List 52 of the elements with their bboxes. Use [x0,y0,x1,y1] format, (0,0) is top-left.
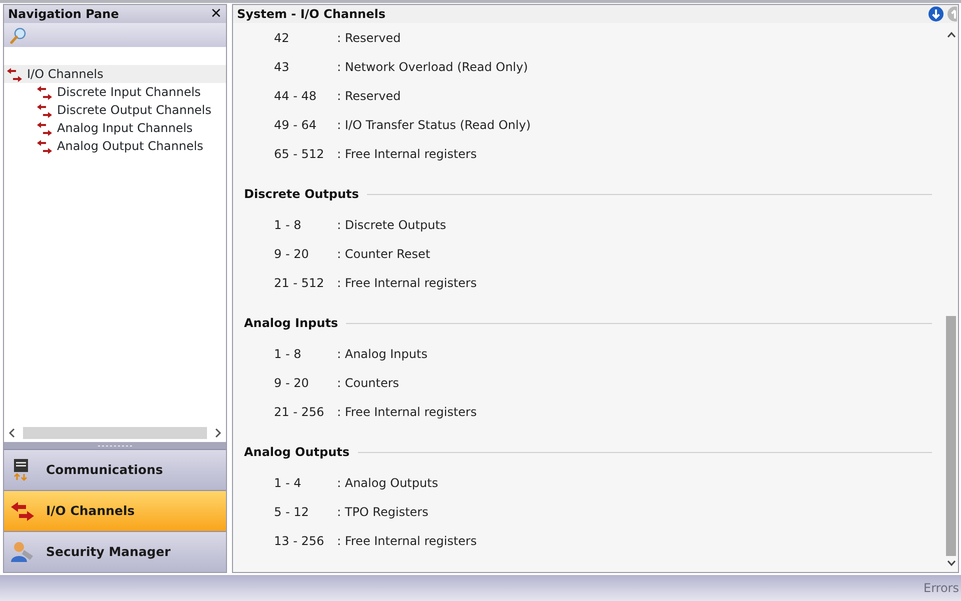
register-range: 21 - 512 [274,274,326,292]
user-key-icon [10,540,34,564]
register-range: 21 - 256 [274,404,326,420]
tree-item[interactable]: Analog Output Channels [4,137,226,155]
scrollbar-thumb[interactable] [23,427,207,439]
nav-button[interactable]: I/O Channels [4,490,226,531]
register-description: : Reserved [337,88,401,104]
register-range: 49 - 64 [274,116,318,134]
tree-item[interactable]: Discrete Input Channels [4,83,226,101]
tree-item[interactable]: Analog Input Channels [4,119,226,137]
register-range: 44 - 48 [274,88,318,104]
arrows-icon [36,120,54,137]
register-description: : Analog Inputs [337,346,428,362]
search-icon[interactable] [10,26,27,44]
register-description: : Free Internal registers [337,146,477,162]
register-description: : Counters [337,374,400,392]
nav-button[interactable]: Communications [4,449,226,490]
arrows-icon [36,102,54,119]
register-range: 5 - 12 [274,504,310,520]
register-range: 9 - 20 [274,246,310,262]
tree-item[interactable]: Discrete Output Channels [4,101,226,119]
register-description: : Analog Outputs [337,474,438,492]
arrows-icon [10,499,34,523]
register-description: : Free Internal registers [337,274,477,292]
register-range: 43 [274,58,290,76]
register-description: : Free Internal registers [337,532,477,550]
register-range: 1 - 8 [274,346,302,362]
section-heading: Analog Inputs [244,315,338,332]
arrows-icon [6,66,24,83]
pane-title: Navigation Pane [8,6,119,23]
register-description: : I/O Transfer Status (Read Only) [337,116,531,134]
register-description: : Reserved [337,30,401,46]
arrows-icon [36,84,54,101]
register-range: 13 - 256 [274,532,326,550]
register-range: 65 - 512 [274,146,326,162]
register-description: : Discrete Outputs [337,216,446,234]
section-heading: Discrete Outputs [244,186,359,203]
scrollbar-thumb[interactable] [946,316,956,556]
register-range: 42 [274,30,290,46]
register-range: 1 - 4 [274,474,302,492]
register-description: : Network Overload (Read Only) [337,58,528,76]
register-description: : TPO Registers [337,504,428,520]
close-button[interactable]: ✕ [210,4,222,24]
arrows-icon [36,138,54,155]
nav-button[interactable]: Security Manager [4,531,226,572]
tree-item[interactable]: I/O Channels [4,65,226,83]
register-description: : Free Internal registers [337,404,477,420]
register-range: 1 - 8 [274,216,302,234]
section-heading: Analog Outputs [244,444,350,461]
panel-title: System - I/O Channels [237,6,386,23]
register-description: : Counter Reset [337,246,430,262]
register-range: 9 - 20 [274,374,310,392]
